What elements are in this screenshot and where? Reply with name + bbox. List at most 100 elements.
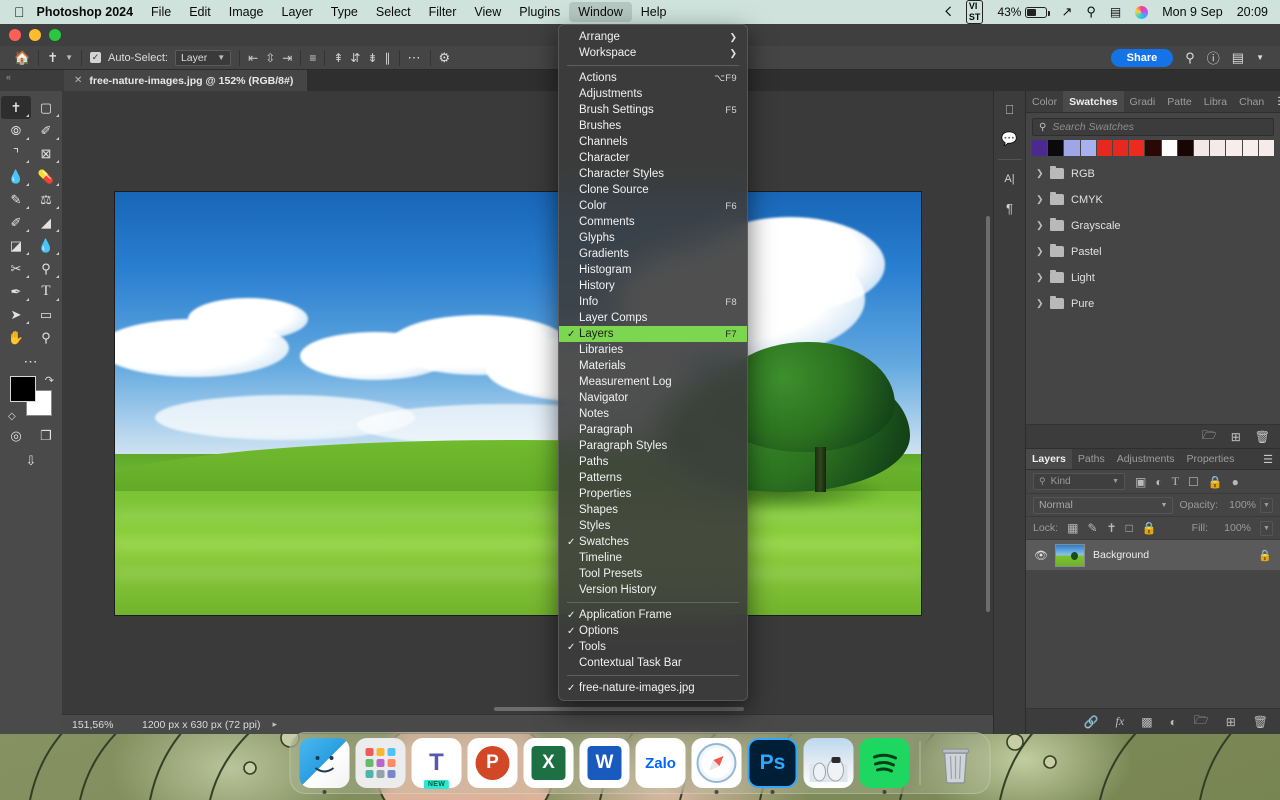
- lock-position-icon[interactable]: ✝: [1107, 521, 1117, 535]
- window-menu-item-application-frame[interactable]: ✓Application Frame: [559, 607, 747, 623]
- window-menu-item-history[interactable]: History: [559, 278, 747, 294]
- window-menu-item-version-history[interactable]: Version History: [559, 582, 747, 598]
- history-log-icon[interactable]: ⎕: [997, 97, 1023, 123]
- window-menu-item-measurement-log[interactable]: Measurement Log: [559, 374, 747, 390]
- window-menu-item-libraries[interactable]: Libraries: [559, 342, 747, 358]
- window-menu-item-layer-comps[interactable]: Layer Comps: [559, 310, 747, 326]
- align-top-icon[interactable]: ⇞: [333, 51, 343, 65]
- window-menu-item-timeline[interactable]: Timeline: [559, 550, 747, 566]
- dock-item-trash[interactable]: [931, 738, 981, 788]
- workspace-switcher-icon[interactable]: ▤: [1232, 50, 1244, 66]
- fill-stepper[interactable]: ▼: [1260, 521, 1273, 536]
- window-menu-item-tools[interactable]: ✓Tools: [559, 639, 747, 655]
- filter-type-icon[interactable]: T: [1172, 474, 1179, 489]
- spot-healing-brush-tool[interactable]: 💊: [31, 165, 61, 188]
- gear-icon[interactable]: ⚙: [439, 50, 451, 66]
- tab-gradients[interactable]: Gradi: [1124, 91, 1162, 112]
- object-selection-tool[interactable]: ✐: [31, 119, 61, 142]
- tool-settings-group[interactable]: ⚙: [431, 50, 459, 66]
- character-panel-icon[interactable]: A|: [997, 166, 1023, 192]
- lock-image-pixels-icon[interactable]: ✎: [1087, 521, 1097, 535]
- tab-libraries[interactable]: Libra: [1198, 91, 1233, 112]
- recent-swatch-11[interactable]: [1210, 140, 1225, 156]
- default-colors-icon[interactable]: ◇: [8, 411, 16, 422]
- canvas-scroll-region[interactable]: [62, 91, 993, 714]
- recent-swatch-8[interactable]: [1162, 140, 1177, 156]
- filter-shape-icon[interactable]: ☐: [1188, 475, 1199, 489]
- align-center-horizontal-icon[interactable]: ⇳: [265, 51, 275, 65]
- canvas-horizontal-scrollbar[interactable]: [62, 704, 983, 714]
- layer-style-icon[interactable]: fx: [1116, 714, 1125, 729]
- burn-tool[interactable]: ⚲: [31, 257, 61, 280]
- lock-transparent-pixels-icon[interactable]: ▦: [1067, 521, 1078, 535]
- chevron-right-icon[interactable]: ❯: [1036, 220, 1043, 231]
- menu-image[interactable]: Image: [220, 2, 273, 22]
- search-swatches-input[interactable]: ⚲ Search Swatches: [1032, 118, 1274, 136]
- tab-color[interactable]: Color: [1026, 91, 1063, 112]
- align-left-icon[interactable]: ⇤: [248, 51, 258, 65]
- pen-tool[interactable]: ✒: [1, 280, 31, 303]
- window-menu-item-tool-presets[interactable]: Tool Presets: [559, 566, 747, 582]
- home-icon[interactable]: 🏠: [14, 50, 30, 66]
- window-menu-item-info[interactable]: InfoF8: [559, 294, 747, 310]
- tab-paths[interactable]: Paths: [1072, 449, 1111, 469]
- lasso-tool[interactable]: ⦾: [1, 119, 31, 142]
- history-brush-tool[interactable]: ✐: [1, 211, 31, 234]
- share-button[interactable]: Share: [1111, 49, 1174, 67]
- window-menu-item-brushes[interactable]: Brushes: [559, 118, 747, 134]
- swatch-group-rgb[interactable]: ❯ RGB: [1026, 161, 1280, 187]
- filter-smart-object-icon[interactable]: 🔒: [1208, 475, 1223, 489]
- window-menu-item-clone-source[interactable]: Clone Source: [559, 182, 747, 198]
- window-menu-item-actions[interactable]: Actions⌥F9: [559, 70, 747, 86]
- window-menu-item-paths[interactable]: Paths: [559, 454, 747, 470]
- menu-window[interactable]: Window: [569, 2, 631, 22]
- vpn-icon[interactable]: VIST: [966, 0, 984, 24]
- window-menu-item-paragraph-styles[interactable]: Paragraph Styles: [559, 438, 747, 454]
- path-selection-tool[interactable]: ➤: [1, 303, 31, 326]
- swap-colors-icon[interactable]: ↷: [45, 374, 54, 387]
- eraser-tool[interactable]: ◢: [31, 211, 61, 234]
- help-icon[interactable]: ⓘ: [1207, 48, 1220, 67]
- menu-help[interactable]: Help: [632, 2, 676, 22]
- move-tool[interactable]: ✝: [1, 96, 31, 119]
- search-icon[interactable]: ⚲: [1185, 50, 1195, 66]
- dock-item-word[interactable]: W: [580, 738, 630, 788]
- window-menu-item-swatches[interactable]: ✓Swatches: [559, 534, 747, 550]
- opacity-value[interactable]: 100%: [1222, 499, 1256, 511]
- opacity-stepper[interactable]: ▼: [1260, 498, 1273, 513]
- move-tool-icon[interactable]: ✝: [47, 50, 58, 66]
- chevron-down-icon[interactable]: ▼: [65, 53, 73, 62]
- zoom-level-value[interactable]: 151,56%: [62, 719, 128, 731]
- lock-artboard-icon[interactable]: □: [1126, 521, 1133, 535]
- auto-select-checkbox[interactable]: ✓: [90, 52, 101, 63]
- recent-swatch-0[interactable]: [1032, 140, 1047, 156]
- window-menu-item-contextual-task-bar[interactable]: Contextual Task Bar: [559, 655, 747, 671]
- window-menu-item-arrange[interactable]: Arrange❯: [559, 29, 747, 45]
- more-tools-icon[interactable]: ⋯: [24, 353, 39, 370]
- chevron-right-icon[interactable]: ❯: [1036, 194, 1043, 205]
- more-options-group[interactable]: ⋯: [400, 50, 430, 66]
- canvas-vertical-scrollbar[interactable]: [983, 91, 993, 704]
- layer-mask-icon[interactable]: ▩: [1141, 715, 1152, 729]
- delete-swatch-icon[interactable]: 🗑: [1255, 430, 1270, 444]
- clone-stamp-tool[interactable]: ⚖: [31, 188, 61, 211]
- menu-file[interactable]: File: [142, 2, 180, 22]
- gradient-tool[interactable]: ◪: [1, 234, 31, 257]
- share-tool-icon[interactable]: ⇩: [26, 453, 37, 469]
- window-menu-item-patterns[interactable]: Patterns: [559, 470, 747, 486]
- chevron-right-icon[interactable]: ❯: [1036, 272, 1043, 283]
- chevron-right-icon[interactable]: ❯: [1036, 246, 1043, 257]
- document-tab[interactable]: ✕ free-nature-images.jpg @ 152% (RGB/8#): [64, 70, 307, 91]
- siri-icon[interactable]: [1135, 6, 1148, 19]
- spotlight-search-icon[interactable]: ⚲: [1086, 4, 1096, 20]
- chevron-down-icon[interactable]: ▼: [1256, 53, 1264, 62]
- panel-menu-icon[interactable]: ☰: [1270, 91, 1280, 112]
- chevron-right-icon[interactable]: ❯: [1036, 168, 1043, 179]
- menu-view[interactable]: View: [465, 2, 510, 22]
- control-center-icon[interactable]: ▤: [1110, 5, 1121, 19]
- dock-item-microsoft-teams[interactable]: T NEW: [412, 738, 462, 788]
- menu-select[interactable]: Select: [367, 2, 420, 22]
- image-canvas[interactable]: [114, 191, 922, 616]
- new-layer-icon[interactable]: ⊞: [1226, 715, 1236, 729]
- window-menu-item-comments[interactable]: Comments: [559, 214, 747, 230]
